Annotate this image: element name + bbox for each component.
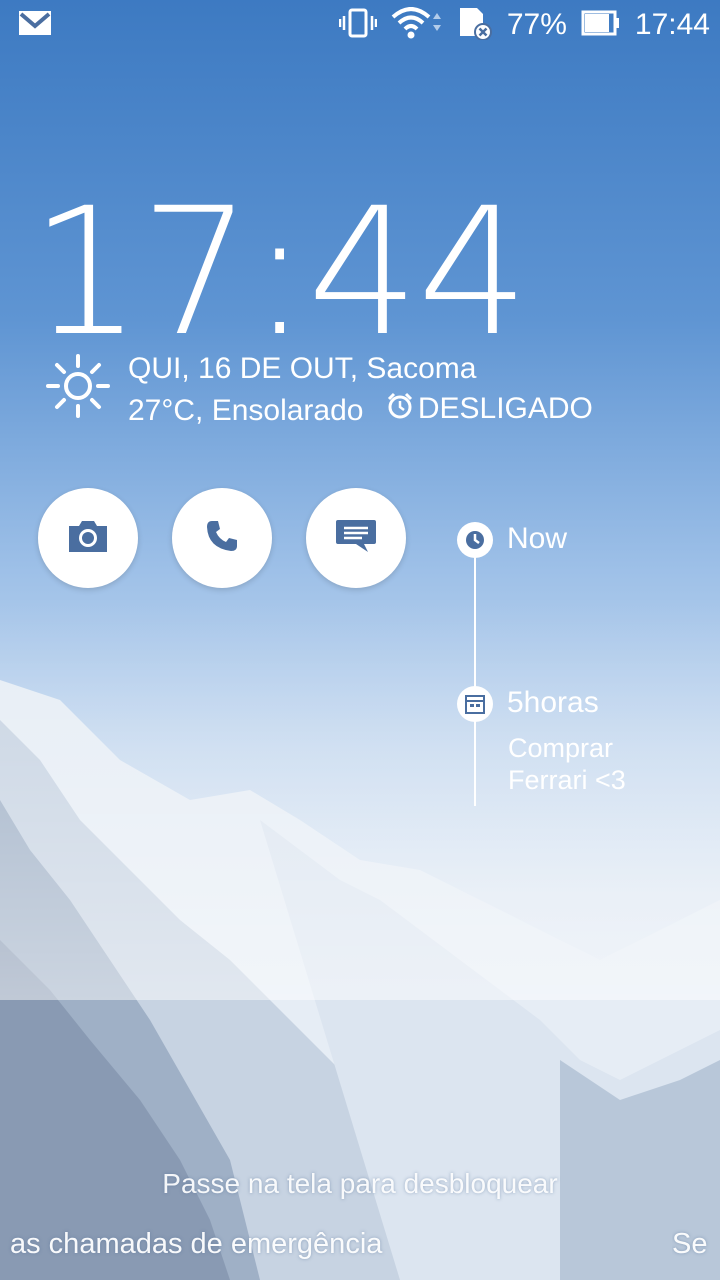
weather-line: 27°C, Ensolarado DESLIGADO (128, 392, 593, 426)
date-location: QUI, 16 DE OUT, Sacoma (128, 352, 477, 385)
sd-card-error-icon (457, 6, 493, 45)
sun-icon (46, 354, 110, 423)
status-bar: 77% 17:44 (0, 0, 720, 50)
vibrate-icon (338, 8, 378, 43)
camera-shortcut-button[interactable] (38, 488, 138, 588)
timeline-line (474, 540, 476, 806)
battery-icon (581, 10, 621, 41)
emergency-call-link[interactable]: as chamadas de emergência (10, 1228, 382, 1261)
calendar-icon[interactable] (457, 686, 493, 722)
timeline-event-time[interactable]: 5horas (507, 686, 599, 720)
messages-shortcut-button[interactable] (306, 488, 406, 588)
unlock-hint: Passe na tela para desbloquear (162, 1168, 558, 1199)
camera-icon (67, 518, 109, 559)
wifi-icon (391, 6, 443, 44)
message-icon (334, 518, 378, 559)
weather-text: 27°C, Ensolarado (128, 394, 364, 427)
timeline-event-title[interactable]: Comprar Ferrari <3 (508, 732, 688, 796)
alarm-status: DESLIGADO (386, 392, 593, 426)
clock-icon (457, 522, 493, 558)
lockscreen-clock: 17:44 (30, 170, 529, 375)
alarm-clock-icon (386, 392, 418, 426)
battery-percent: 77% (506, 8, 567, 41)
right-action-link[interactable]: Se (672, 1228, 720, 1261)
gmail-icon (18, 10, 52, 41)
phone-icon (204, 518, 240, 559)
timeline-now-label: Now (507, 522, 568, 555)
status-time: 17:44 (634, 8, 710, 41)
alarm-status-text: DESLIGADO (417, 392, 593, 425)
phone-shortcut-button[interactable] (172, 488, 272, 588)
